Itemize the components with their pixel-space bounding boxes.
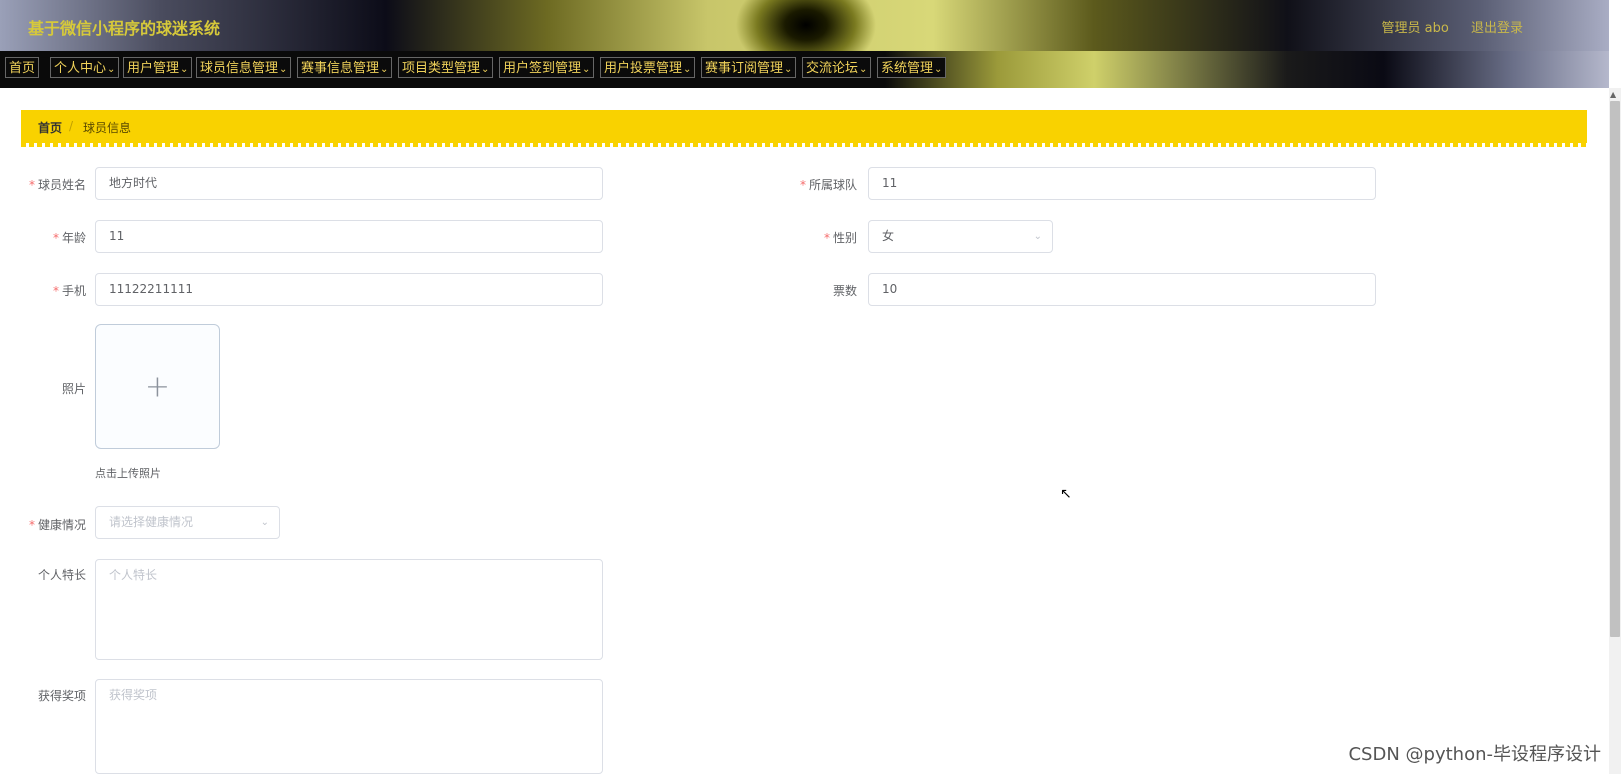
health-label-text: 健康情况 [37,518,86,532]
awards-label: 获得奖项 [37,689,86,703]
nav-item-checkin-management[interactable]: 用户签到管理⌄ [499,57,595,78]
nav-personal-center-label: 个人中心 [54,61,107,76]
team-label: * 所属球队 [777,176,857,193]
app-title: 基于微信小程序的球迷系统 [28,19,221,38]
user-label: 管理员 abo [1381,21,1449,36]
required-mark: * [799,178,806,192]
chevron-down-icon: ⌄ [582,64,591,75]
top-navbar: 首页 个人中心⌄ 用户管理⌄ 球员信息管理⌄ 赛事信息管理⌄ 项目类型管理⌄ 用… [0,51,1609,88]
required-mark: * [52,231,59,245]
specialty-label: 个人特长 [37,568,86,582]
gender-select-value: 女 [882,229,895,243]
nav-forum-label: 交流论坛 [806,61,859,76]
nav-item-home[interactable]: 首页 [5,57,40,78]
mouse-cursor-icon: ↖ [1060,486,1072,502]
chevron-down-icon: ⌄ [934,64,943,75]
plus-icon: + [144,369,171,404]
required-mark: * [28,518,35,532]
nav-project-type-label: 项目类型管理 [402,61,481,76]
scrollbar-thumb[interactable] [1610,101,1620,637]
nav-item-project-type-management[interactable]: 项目类型管理⌄ [398,57,494,78]
votes-input[interactable]: 10 [868,273,1376,306]
nav-system-label: 系统管理 [881,61,934,76]
nav-item-personal-center[interactable]: 个人中心⌄ [50,57,120,78]
nav-item-match-management[interactable]: 赛事信息管理⌄ [297,57,393,78]
phone-label-text: 手机 [61,284,86,298]
chevron-down-icon: ⌄ [1033,231,1042,242]
required-mark: * [28,178,35,192]
nav-item-forum[interactable]: 交流论坛⌄ [802,57,872,78]
votes-label: 票数 [832,284,857,298]
nav-item-subscription-management[interactable]: 赛事订阅管理⌄ [701,57,797,78]
user-area: 管理员 abo 退出登录 [1364,17,1523,36]
chevron-down-icon: ⌄ [380,64,389,75]
chevron-down-icon: ⌄ [859,64,868,75]
player-name-label: * 球员姓名 [6,176,86,193]
nav-checkin-label: 用户签到管理 [503,61,582,76]
phone-label: * 手机 [6,282,86,299]
scroll-up-arrow-icon[interactable]: ▲ [1610,90,1616,99]
health-label: * 健康情况 [6,516,86,533]
gender-select[interactable]: 女 ⌄ [868,220,1053,253]
nav-item-vote-management[interactable]: 用户投票管理⌄ [600,57,696,78]
chevron-down-icon: ⌄ [481,64,490,75]
nav-subscription-label: 赛事订阅管理 [705,61,784,76]
photo-label: 照片 [61,382,86,396]
breadcrumb-home[interactable]: 首页 [38,119,62,136]
nav-item-user-management[interactable]: 用户管理⌄ [123,57,193,78]
gender-label: * 性别 [777,229,857,246]
player-name-input[interactable]: 地方时代 [95,167,603,200]
nav-vote-label: 用户投票管理 [604,61,683,76]
nav-item-system-management[interactable]: 系统管理⌄ [877,57,947,78]
awards-textarea[interactable]: 获得奖项 [95,679,603,774]
breadcrumb: 首页 / 球员信息 [21,110,1587,147]
logout-button[interactable]: 退出登录 [1471,21,1523,36]
nav-item-player-management[interactable]: 球员信息管理⌄ [196,57,292,78]
chevron-down-icon: ⌄ [784,64,793,75]
upload-tip: 点击上传照片 [95,467,161,480]
chevron-down-icon: ⌄ [279,64,288,75]
chevron-down-icon: ⌄ [107,64,116,75]
chevron-down-icon: ⌄ [260,517,269,528]
nav-user-management-label: 用户管理 [127,61,180,76]
age-label-text: 年龄 [61,231,86,245]
breadcrumb-current: 球员信息 [83,121,132,135]
gender-label-text: 性别 [832,231,857,245]
health-select[interactable]: 请选择健康情况 ⌄ [95,506,280,539]
photo-upload[interactable]: + [95,324,220,449]
phone-input[interactable]: 11122211111 [95,273,603,306]
nav-player-management-label: 球员信息管理 [200,61,279,76]
team-input[interactable]: 11 [868,167,1376,200]
chevron-down-icon: ⌄ [683,64,692,75]
specialty-textarea[interactable]: 个人特长 [95,559,603,660]
required-mark: * [52,284,59,298]
nav-match-management-label: 赛事信息管理 [301,61,380,76]
age-label: * 年龄 [6,229,86,246]
age-input[interactable]: 11 [95,220,603,253]
chevron-down-icon: ⌄ [180,64,189,75]
health-select-placeholder: 请选择健康情况 [109,515,194,529]
app-header: 基于微信小程序的球迷系统 管理员 abo 退出登录 [0,0,1609,51]
watermark: CSDN @python-毕设程序设计 [1348,744,1601,765]
team-label-text: 所属球队 [808,178,857,192]
required-mark: * [823,231,830,245]
nav-home-label: 首页 [9,61,36,76]
breadcrumb-separator: / [69,119,74,133]
player-name-label-text: 球员姓名 [37,178,86,192]
